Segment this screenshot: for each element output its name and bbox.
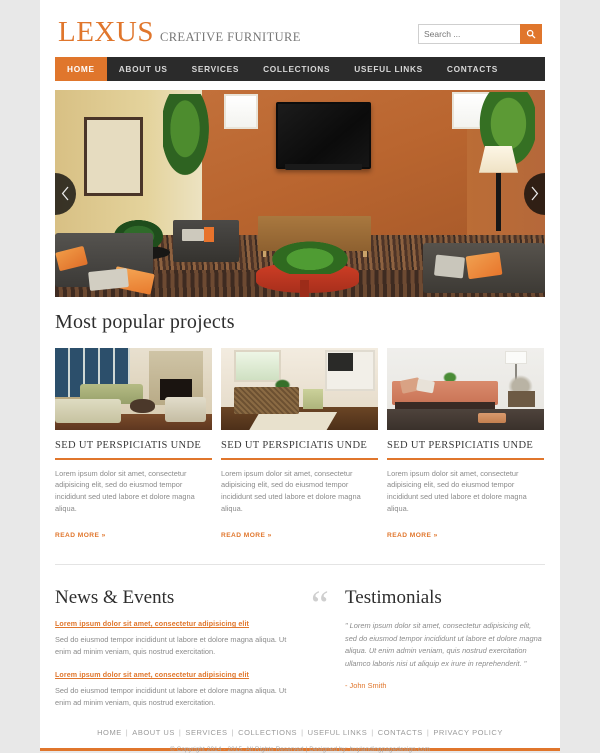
footer-navigation: HOME | ABOUT US | SERVICES | COLLECTIONS | USEFU… <box>0 728 600 737</box>
main-navigation: HOME ABOUT US SERVICES COLLECTIONS USEFU… <box>55 57 545 81</box>
footer-separator: | <box>125 728 129 737</box>
hero-window-left <box>224 94 259 130</box>
project-read-more-link[interactable]: READ MORE » <box>387 532 438 539</box>
search-button[interactable] <box>520 24 542 44</box>
footer-separator: | <box>178 728 182 737</box>
footer-link-services[interactable]: SERVICES <box>185 728 227 737</box>
brand-name: LEXUS <box>58 16 154 48</box>
hero-image <box>55 90 545 297</box>
footer-separator: | <box>301 728 304 737</box>
hero-lamp-pole <box>496 172 501 231</box>
project-title: SED UT PERSPICIATIS UNDE <box>221 440 368 451</box>
page-root: LEXUS CREATIVE FURNITURE HOME ABOUT US SE… <box>0 0 600 753</box>
site-container: LEXUS CREATIVE FURNITURE HOME ABOUT US SE… <box>40 0 560 752</box>
hero-mirror <box>84 116 144 196</box>
testimonials-section: “ Testimonials " Lorem ipsum dolor sit a… <box>311 582 543 722</box>
footer-link-collections[interactable]: COLLECTIONS <box>238 728 297 737</box>
testimonial-author: - John Smith <box>345 681 387 691</box>
project-title-rule <box>221 458 378 460</box>
footer-link-about-us[interactable]: ABOUT US <box>132 728 175 737</box>
project-card[interactable]: SED UT PERSPICIATIS UNDE Lorem ipsum dol… <box>387 348 544 542</box>
nav-item-contacts[interactable]: CONTACTS <box>435 57 510 81</box>
footer-link-home[interactable]: HOME <box>97 728 122 737</box>
hero-pillow-orange-right <box>465 251 503 279</box>
chevron-left-icon <box>61 186 69 201</box>
project-card[interactable]: SED UT PERSPICIATIS UNDE Lorem ipsum dol… <box>221 348 378 542</box>
testimonials-title: Testimonials <box>345 587 442 609</box>
copyright-text: © Copyright 2014 - 2015. All Rights Rese… <box>169 746 431 753</box>
page-title: Most popular projects <box>55 311 235 333</box>
project-title: SED UT PERSPICIATIS UNDE <box>55 440 202 451</box>
footer-separator: | <box>231 728 235 737</box>
footer-separator: | <box>371 728 374 737</box>
project-description: Lorem ipsum dolor sit amet, consectetur … <box>221 468 361 514</box>
search-input[interactable] <box>418 24 520 44</box>
quotation-mark-icon: “ <box>311 582 329 628</box>
hero-pillow-grey-right <box>433 254 466 278</box>
nav-item-services[interactable]: SERVICES <box>180 57 251 81</box>
news-events-section: News & Events Lorem ipsum dolor sit amet… <box>55 587 287 722</box>
project-title: SED UT PERSPICIATIS UNDE <box>387 440 534 451</box>
brand-logo[interactable]: LEXUS CREATIVE FURNITURE <box>58 16 301 49</box>
news-body: Sed do eiusmod tempor incididunt ut labo… <box>55 635 287 657</box>
search-form <box>418 24 542 44</box>
nav-item-home[interactable]: HOME <box>55 57 107 81</box>
site-footer: HOME | ABOUT US | SERVICES | COLLECTIONS | USEFU… <box>0 715 600 753</box>
testimonial-quote: " Lorem ipsum dolor sit amet, consectetu… <box>345 621 542 668</box>
project-description: Lorem ipsum dolor sit amet, consectetur … <box>387 468 527 514</box>
news-item: Lorem ipsum dolor sit amet, consectetur … <box>55 620 287 658</box>
hero-coffee-table-leg <box>300 280 309 297</box>
project-thumbnail-1[interactable] <box>55 348 212 430</box>
site-header: LEXUS CREATIVE FURNITURE <box>40 0 560 57</box>
project-card-list: SED UT PERSPICIATIS UNDE Lorem ipsum dol… <box>55 348 545 542</box>
search-icon <box>526 29 536 39</box>
news-body: Sed do eiusmod tempor incididunt ut labo… <box>55 686 287 708</box>
project-thumbnail-2[interactable] <box>221 348 378 430</box>
project-card[interactable]: SED UT PERSPICIATIS UNDE Lorem ipsum dol… <box>55 348 212 542</box>
project-title-rule <box>387 458 544 460</box>
hero-plant-tall <box>162 94 212 182</box>
hero-television <box>275 102 372 171</box>
hero-armchair-accent <box>204 226 215 243</box>
nav-item-useful-links[interactable]: USEFUL LINKS <box>342 57 435 81</box>
project-description: Lorem ipsum dolor sit amet, consectetur … <box>55 468 195 514</box>
popular-projects-section: Most popular projects SED UT PERSPICIATI… <box>40 297 560 542</box>
footer-link-useful-links[interactable]: USEFUL LINKS <box>308 728 368 737</box>
nav-item-about-us[interactable]: ABOUT US <box>107 57 180 81</box>
footer-link-contacts[interactable]: CONTACTS <box>378 728 423 737</box>
footer-link-privacy-policy[interactable]: PRIVACY POLICY <box>433 728 503 737</box>
news-headline-link[interactable]: Lorem ipsum dolor sit amet, consectetur … <box>55 620 287 628</box>
brand-tagline: CREATIVE FURNITURE <box>159 30 301 44</box>
news-events-title: News & Events <box>55 587 175 609</box>
hero-armchair-cushion <box>182 228 205 242</box>
news-headline-link[interactable]: Lorem ipsum dolor sit amet, consectetur … <box>55 671 287 679</box>
project-read-more-link[interactable]: READ MORE » <box>55 532 106 539</box>
nav-item-collections[interactable]: COLLECTIONS <box>251 57 342 81</box>
project-read-more-link[interactable]: READ MORE » <box>221 532 272 539</box>
hero-plant-center <box>270 241 349 275</box>
hero-slider <box>55 90 545 297</box>
news-item: Lorem ipsum dolor sit amet, consectetur … <box>55 671 287 709</box>
chevron-right-icon <box>531 186 539 201</box>
footer-separator: | <box>426 728 430 737</box>
project-thumbnail-3[interactable] <box>387 348 544 430</box>
project-title-rule <box>55 458 212 460</box>
hero-lamp-shade <box>478 145 519 173</box>
